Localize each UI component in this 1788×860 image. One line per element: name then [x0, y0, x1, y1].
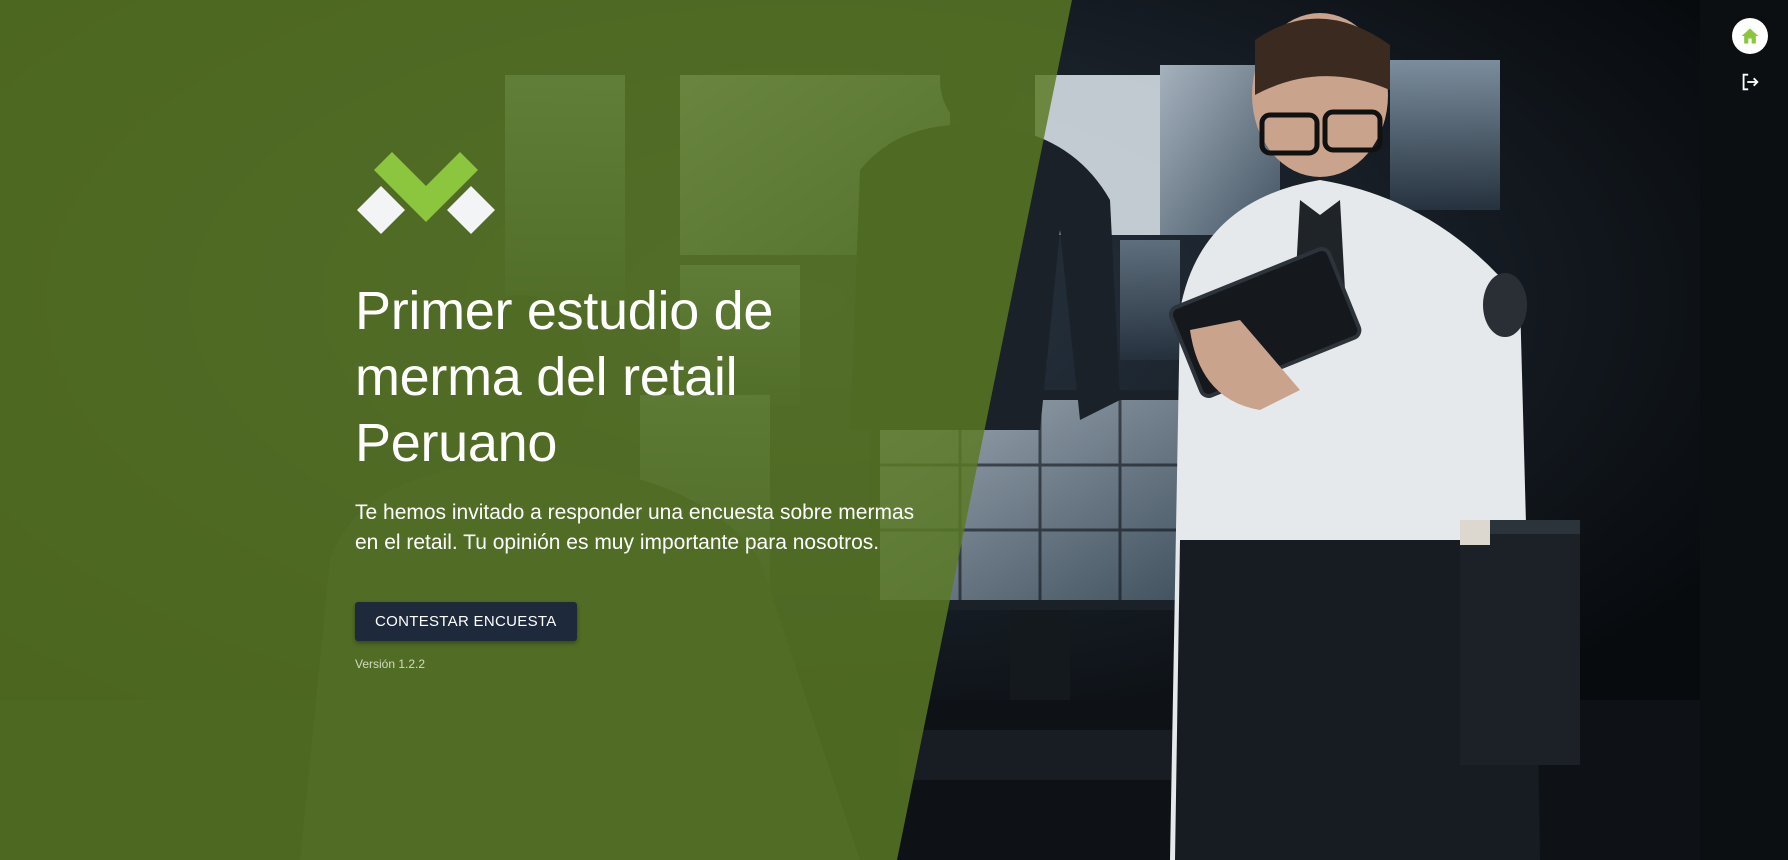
top-actions — [1730, 18, 1770, 100]
page-title: Primer estudio de merma del retail Perua… — [355, 281, 774, 473]
logout-icon — [1742, 73, 1759, 91]
version-label: Versión 1.2.2 — [355, 657, 426, 671]
logout-button[interactable] — [1732, 64, 1768, 100]
brand-logo — [357, 152, 495, 234]
home-button[interactable] — [1732, 18, 1768, 54]
answer-survey-button[interactable]: CONTESTAR ENCUESTA — [355, 602, 577, 641]
hero-subtitle: Te hemos invitado a responder una encues… — [355, 501, 915, 554]
landing-page: Primer estudio de merma del retail Perua… — [0, 0, 1788, 860]
hero-section: Primer estudio de merma del retail Perua… — [355, 150, 915, 671]
home-icon — [1741, 28, 1759, 44]
